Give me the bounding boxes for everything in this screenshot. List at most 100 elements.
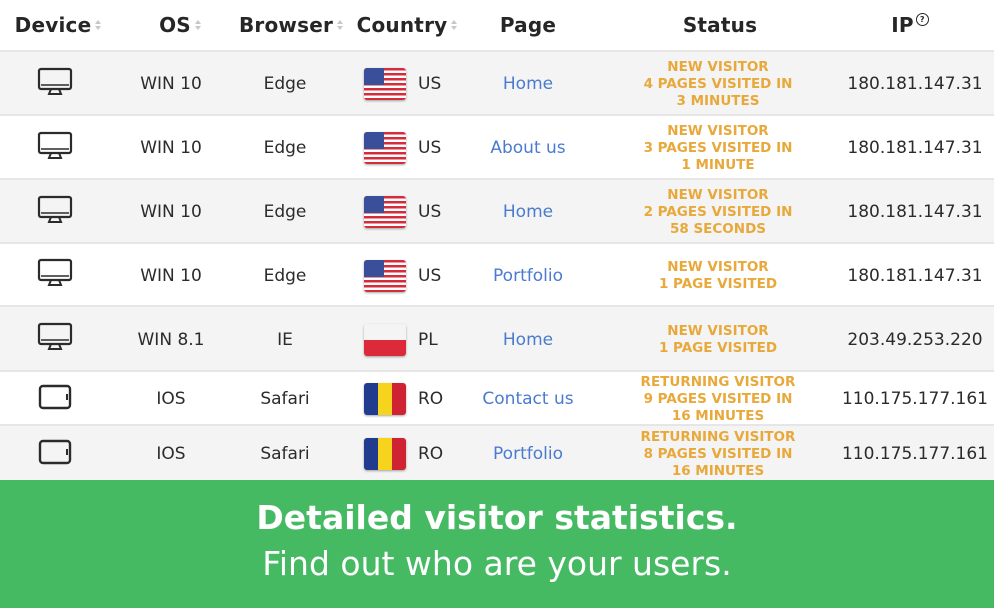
- status-line: NEW VISITOR: [667, 258, 769, 275]
- ip-value: 110.175.177.161: [841, 389, 988, 409]
- status-line: 1 PAGE VISITED: [658, 339, 778, 356]
- ip-cell: 203.49.253.220: [840, 307, 990, 372]
- promo-banner: Detailed visitor statistics. Find out wh…: [0, 480, 994, 608]
- page-cell: Portfolio: [470, 426, 586, 482]
- status-line: 16 MINUTES: [671, 407, 765, 424]
- status-line: 4 PAGES VISITED IN: [643, 75, 793, 92]
- os-cell: IOS: [125, 426, 217, 482]
- column-header-label: OS: [159, 13, 191, 37]
- ip-cell: 110.175.177.161: [840, 372, 990, 426]
- table-row[interactable]: WIN 10 Edge US Home NEW VISITOR 4 PAGES VISIT…: [0, 50, 994, 116]
- column-header-status: Status: [660, 0, 780, 50]
- desktop-monitor-icon: [37, 322, 73, 357]
- status-cell: NEW VISITOR 1 PAGE VISITED: [618, 244, 818, 307]
- status-line: RETURNING VISITOR: [640, 373, 796, 390]
- browser-cell: Safari: [240, 426, 330, 482]
- os-value: WIN 10: [140, 265, 202, 286]
- us-flag-icon: [364, 132, 406, 164]
- page-link[interactable]: Home: [503, 202, 553, 222]
- column-header-os[interactable]: OS: [140, 0, 220, 50]
- sort-icon[interactable]: [337, 19, 344, 31]
- pl-flag-icon: [364, 323, 406, 356]
- ip-value: 110.175.177.161: [841, 444, 988, 464]
- browser-value: Edge: [263, 265, 307, 286]
- country-cell: RO: [364, 426, 474, 482]
- table-row[interactable]: IOS Safari RO Portfolio RETURNING VISITOR 8 P…: [0, 424, 994, 482]
- country-cell: US: [364, 244, 474, 307]
- status-line: RETURNING VISITOR: [640, 428, 796, 445]
- device-cell: [18, 116, 92, 180]
- page-link[interactable]: Portfolio: [493, 444, 563, 464]
- page-cell: Home: [470, 180, 586, 244]
- sort-icon[interactable]: [451, 19, 458, 31]
- browser-value: IE: [277, 329, 293, 350]
- browser-cell: Edge: [240, 116, 330, 180]
- status-text: RETURNING VISITOR 8 PAGES VISITED IN 16 MI…: [641, 429, 796, 480]
- column-header-label: Browser: [238, 13, 334, 37]
- os-value: IOS: [156, 389, 186, 409]
- column-header-label: Page: [499, 13, 557, 37]
- os-value: WIN 8.1: [137, 329, 205, 350]
- page-link[interactable]: About us: [490, 138, 565, 158]
- table-row[interactable]: WIN 8.1 IE PL Home NEW VISITOR 1 PAGE VISITED…: [0, 305, 994, 372]
- page-link[interactable]: Home: [503, 74, 553, 94]
- table-row[interactable]: WIN 10 Edge US Home NEW VISITOR 2 PAGES VISIT…: [0, 178, 994, 244]
- os-cell: WIN 8.1: [125, 307, 217, 372]
- column-header-device[interactable]: Device: [8, 0, 108, 50]
- status-line: 2 PAGES VISITED IN: [643, 203, 793, 220]
- country-code: US: [418, 202, 442, 222]
- status-text: NEW VISITOR 3 PAGES VISITED IN 1 MINUTE: [644, 123, 793, 174]
- country-cell: PL: [364, 307, 474, 372]
- ip-value: 180.181.147.31: [847, 202, 983, 222]
- column-header-browser[interactable]: Browser: [236, 0, 346, 50]
- sort-icon[interactable]: [194, 19, 201, 31]
- os-value: WIN 10: [140, 202, 202, 222]
- help-icon[interactable]: ?: [915, 12, 929, 26]
- column-header-country[interactable]: Country: [352, 0, 462, 50]
- status-line: 3 MINUTES: [676, 92, 760, 109]
- browser-value: Edge: [263, 74, 307, 94]
- table-row[interactable]: WIN 10 Edge US Portfolio NEW VISITOR 1 PAGE V…: [0, 242, 994, 307]
- ip-cell: 180.181.147.31: [840, 116, 990, 180]
- ip-cell: 180.181.147.31: [840, 244, 990, 307]
- status-line: NEW VISITOR: [667, 186, 769, 203]
- device-cell: [18, 180, 92, 244]
- country-code: US: [418, 74, 442, 94]
- country-code: RO: [418, 444, 444, 464]
- page-link[interactable]: Home: [503, 330, 553, 350]
- table-row[interactable]: WIN 10 Edge US About us NEW VISITOR 3 PAGES V…: [0, 114, 994, 180]
- country-code: US: [418, 265, 442, 286]
- status-text: NEW VISITOR 4 PAGES VISITED IN 3 MINUTES: [644, 59, 793, 110]
- device-cell: [18, 372, 92, 426]
- page-cell: Contact us: [470, 372, 586, 426]
- country-code: RO: [418, 389, 444, 409]
- banner-headline: Detailed visitor statistics.: [256, 498, 738, 537]
- ip-value: 180.181.147.31: [847, 74, 983, 94]
- status-line: 3 PAGES VISITED IN: [643, 139, 793, 156]
- status-text: NEW VISITOR 1 PAGE VISITED: [659, 259, 777, 293]
- browser-value: Edge: [263, 138, 307, 158]
- page-link[interactable]: Portfolio: [493, 266, 563, 286]
- country-cell: RO: [364, 372, 474, 426]
- country-code: PL: [418, 329, 438, 350]
- desktop-monitor-icon: [37, 131, 73, 166]
- status-line: 16 MINUTES: [671, 462, 765, 479]
- status-line: NEW VISITOR: [667, 122, 769, 139]
- ip-value: 180.181.147.31: [847, 138, 983, 158]
- ip-value: 203.49.253.220: [847, 329, 983, 350]
- sort-icon[interactable]: [95, 19, 102, 31]
- table-row[interactable]: IOS Safari RO Contact us RETURNING VISITOR 9 …: [0, 370, 994, 426]
- page-link[interactable]: Contact us: [482, 389, 573, 409]
- table-header: Device OS Browser Country Page Status IP…: [0, 0, 994, 50]
- browser-value: Safari: [260, 444, 310, 464]
- ro-flag-icon: [364, 438, 406, 470]
- column-header-label: Device: [14, 13, 92, 37]
- column-header-ip: IP ?: [870, 0, 950, 50]
- status-line: 8 PAGES VISITED IN: [643, 445, 793, 462]
- browser-cell: Edge: [240, 180, 330, 244]
- os-value: IOS: [156, 444, 186, 464]
- os-cell: WIN 10: [125, 116, 217, 180]
- os-cell: WIN 10: [125, 180, 217, 244]
- browser-cell: IE: [240, 307, 330, 372]
- desktop-monitor-icon: [37, 195, 73, 230]
